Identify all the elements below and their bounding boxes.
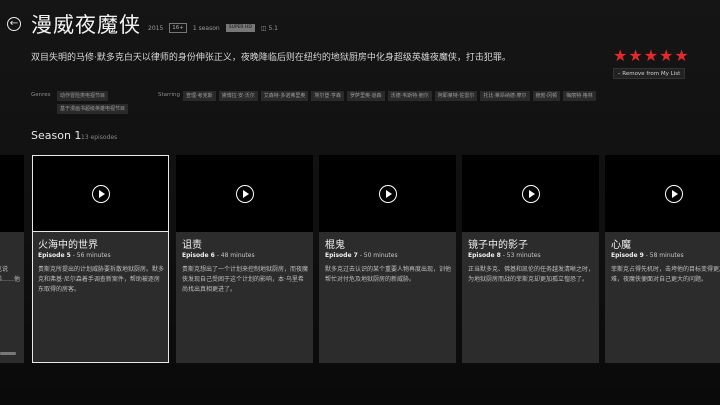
play-icon[interactable]	[521, 184, 540, 203]
quality-badge: SUPER HD	[225, 24, 255, 32]
episode-card[interactable]: 火海中的世界 Episode 5 - 56 minutes 贵斯克所提出的计划威…	[32, 155, 169, 363]
cast-tag[interactable]: 阿耶莱特·佐雷尔	[434, 91, 478, 101]
speaker-icon: ◫	[260, 24, 267, 32]
audio-value: 5.1	[268, 24, 278, 32]
genre-tag[interactable]: 基于漫画书超级英雄电视节目	[57, 104, 129, 114]
episode-meta: Episode 8 - 53 minutes	[468, 252, 541, 259]
episode-card[interactable]: 棍鬼 Episode 7 - 50 minutes 默多克过去认识的某个重要人物…	[319, 155, 456, 363]
episode-duration: - 50 minutes	[357, 252, 398, 259]
episode-number: Episode 8	[468, 252, 501, 259]
cast-tag[interactable]: 托比·莱昂纳德·摩尔	[480, 91, 530, 101]
star-rating[interactable]: ★ ★ ★ ★ ★	[613, 48, 689, 64]
show-meta: 2015 16+ 1 season SUPER HD ◫ 5.1	[148, 23, 278, 33]
episode-description: 菲斯克占得先机时，击垮他的目标变得更加艰难，夜魔侠便面对自己更大的问题。	[611, 266, 720, 283]
star-icon[interactable]: ★	[644, 48, 658, 64]
play-icon[interactable]	[91, 184, 110, 203]
cast-tag[interactable]: 梅丽特·格林	[563, 91, 596, 101]
back-button[interactable]: ←	[7, 17, 21, 31]
play-icon[interactable]	[378, 184, 397, 203]
episode-title: 诅责	[182, 240, 202, 251]
star-icon[interactable]: ★	[674, 48, 688, 64]
remove-from-list-button[interactable]: – Remove from My List	[613, 68, 685, 79]
show-title: 漫威夜魔侠	[31, 13, 141, 37]
episode-thumbnail[interactable]	[0, 155, 24, 232]
cast-tag[interactable]: 罗萨里奥·道森	[346, 91, 385, 101]
episode-meta: Episode 7 - 50 minutes	[325, 252, 398, 259]
audio-badge: ◫ 5.1	[261, 25, 278, 32]
star-icon[interactable]: ★	[613, 48, 627, 64]
genre-tag[interactable]: 动作冒险类电视节目	[57, 91, 109, 101]
cast-tag[interactable]: 沃德·韦斯特·鲍尔	[387, 91, 432, 101]
episode-description: 正当默多克、佛基和凯伦的任务越发清晰之时，为地狱厨房而战的菲斯克却更加孤立惶恐了…	[468, 266, 595, 283]
episode-title: 镜子中的影子	[468, 240, 528, 251]
episode-meta: Episode 9 - 58 minutes	[611, 252, 684, 259]
episode-title: 火海中的世界	[38, 240, 98, 251]
cast-tags: 查理·考克斯 黛博拉·安·沃尔 艾森特·多诺弗里奥 埃尔登·亨森 罗萨里奥·道森…	[183, 91, 693, 101]
episode-title: 心魔	[611, 240, 631, 251]
arrow-left-icon: ←	[9, 18, 19, 29]
episode-description: 贵斯克所提出的计划威胁要拆散地狱厨房。默多克和弗基·尼尔森着手调查新案件，帮助被…	[38, 266, 165, 293]
episode-title: 棍鬼	[325, 240, 345, 251]
cast-tag[interactable]: 查理·考克斯	[183, 91, 216, 101]
episode-duration: - 58 minutes	[643, 252, 684, 259]
episode-description: 默多克过去认识的某个重要人物再度出现，训他帮忙对付危及地狱厨房的新威胁。	[325, 266, 452, 283]
episode-thumbnail[interactable]	[605, 155, 720, 232]
play-icon[interactable]	[235, 184, 254, 203]
cast-tag[interactable]: 鲍勃·冈顿	[532, 91, 561, 101]
episode-thumbnail[interactable]	[319, 155, 456, 232]
episode-description: ……克兰克说的……兄弟……他的……	[0, 266, 21, 283]
episode-meta: Episode 6 - 48 minutes	[182, 252, 255, 259]
season-title[interactable]: Season 1	[31, 129, 81, 142]
cast-tag[interactable]: 埃尔登·亨森	[311, 91, 344, 101]
cast-tag[interactable]: 艾森特·多诺弗里奥	[260, 91, 309, 101]
show-description: 双目失明的马修·默多克白天以律师的身份伸张正义，夜晚降临后则在纽约的地狱厨房中化…	[31, 53, 511, 63]
genre-tags: 动作冒险类电视节目 基于漫画书超级英雄电视节目	[57, 91, 149, 114]
year: 2015	[148, 24, 164, 32]
episode-description: 贵斯克想出了一个计划来控制地狱厨房，而夜魔侠发现自己受困于这个计划的影响，本·乌…	[182, 266, 309, 293]
episode-thumbnail[interactable]	[462, 155, 599, 232]
episode-duration: - 53 minutes	[500, 252, 541, 259]
cast-tag[interactable]: 黛博拉·安·沃尔	[218, 91, 258, 101]
episode-number: Episode 7	[325, 252, 358, 259]
genres-label: Genres	[31, 92, 51, 98]
season-count-meta: 1 season	[192, 24, 220, 32]
episode-card[interactable]: 镜子中的影子 Episode 8 - 53 minutes 正当默多克、佛基和凯…	[462, 155, 599, 363]
episode-card[interactable]: 诅责 Episode 6 - 48 minutes 贵斯克想出了一个计划来控制地…	[176, 155, 313, 363]
play-icon[interactable]	[664, 184, 683, 203]
star-icon[interactable]: ★	[628, 48, 642, 64]
episode-number: Episode 6	[182, 252, 215, 259]
episode-thumbnail[interactable]	[32, 155, 169, 232]
episode-meta: Episode 5 - 56 minutes	[38, 252, 111, 259]
episode-number: Episode 9	[611, 252, 644, 259]
episode-duration: - 48 minutes	[214, 252, 255, 259]
episode-thumbnail[interactable]	[176, 155, 313, 232]
star-icon[interactable]: ★	[659, 48, 673, 64]
episode-count: 13 episodes	[81, 134, 118, 141]
episode-duration: - 56 minutes	[70, 252, 111, 259]
starring-label: Starring	[158, 92, 180, 98]
episode-card-prev[interactable]: ……克兰克说的……兄弟……他的……	[0, 155, 24, 363]
episode-number: Episode 5	[38, 252, 71, 259]
episode-card[interactable]: 心魔 Episode 9 - 58 minutes 菲斯克占得先机时，击垮他的目…	[605, 155, 720, 363]
horizontal-scrollbar[interactable]	[0, 352, 16, 355]
maturity-rating: 16+	[169, 23, 187, 33]
